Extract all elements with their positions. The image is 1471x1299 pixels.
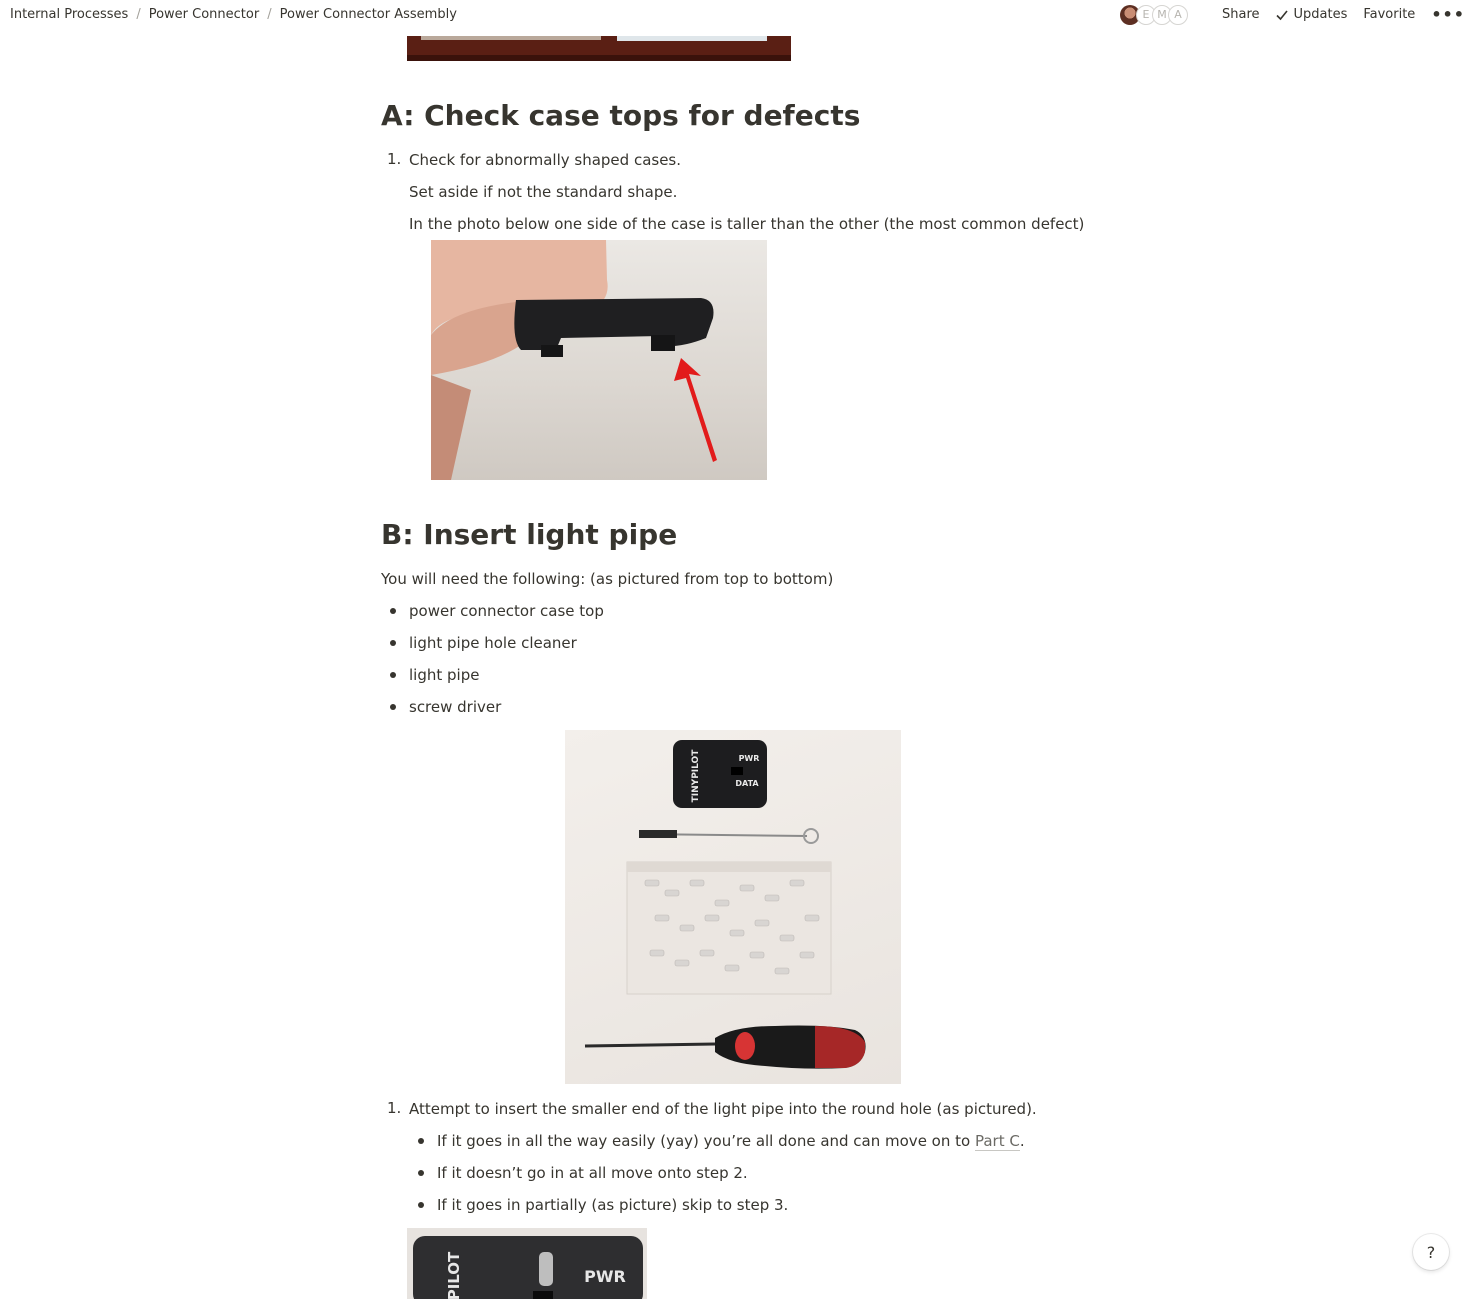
- sub-step-suffix: .: [1019, 1132, 1025, 1150]
- photo-data-text: DATA: [735, 779, 759, 788]
- list-item: light pipe hole cleaner: [409, 634, 577, 652]
- breadcrumb-power-connector-assembly[interactable]: Power Connector Assembly: [280, 7, 457, 22]
- more-options-icon[interactable]: •••: [1431, 5, 1465, 24]
- section-b-heading: B: Insert light pipe: [381, 518, 678, 551]
- step-text: In the photo below one side of the case …: [409, 215, 1085, 233]
- framed-photo-image: [407, 36, 791, 61]
- breadcrumb-separator: /: [267, 7, 272, 22]
- sub-step-prefix: If it goes in all the way easily (yay) y…: [437, 1132, 975, 1150]
- breadcrumb-power-connector[interactable]: Power Connector: [149, 7, 260, 22]
- list-number: 1.: [387, 1099, 402, 1117]
- favorite-button[interactable]: Favorite: [1363, 7, 1415, 22]
- photo-brand-partial: PILOT: [445, 1251, 463, 1299]
- photo-pwr-text: PWR: [584, 1267, 626, 1286]
- supplies-photo: TINYPILOT PWR DATA: [565, 730, 901, 1084]
- photo-brand-text: TINYPILOT: [691, 749, 701, 803]
- bullet: [418, 1170, 424, 1176]
- share-button[interactable]: Share: [1222, 7, 1260, 22]
- bullet: [390, 704, 396, 710]
- bullet: [390, 640, 396, 646]
- bullet: [418, 1138, 424, 1144]
- sub-step-text: If it goes in all the way easily (yay) y…: [437, 1131, 1025, 1151]
- list-item: light pipe: [409, 666, 480, 684]
- breadcrumb-separator: /: [136, 7, 141, 22]
- updates-label: Updates: [1293, 7, 1348, 22]
- help-icon: ?: [1426, 1242, 1436, 1262]
- photo-pwr-text: PWR: [739, 754, 760, 763]
- part-c-link[interactable]: Part C: [974, 1132, 1020, 1151]
- sub-step-text: If it goes in partially (as picture) ski…: [437, 1196, 789, 1214]
- breadcrumb: Internal Processes / Power Connector / P…: [0, 7, 457, 22]
- step-text: Set aside if not the standard shape.: [409, 183, 678, 201]
- section-a-heading: A: Check case tops for defects: [381, 99, 861, 132]
- updates-button[interactable]: Updates: [1275, 7, 1348, 22]
- list-number: 1.: [387, 150, 402, 168]
- list-item: screw driver: [409, 698, 502, 716]
- step-text: Attempt to insert the smaller end of the…: [409, 1100, 1037, 1118]
- intro-text: You will need the following: (as picture…: [381, 570, 834, 588]
- supplies-photo-image: TINYPILOT PWR DATA: [584, 740, 866, 1069]
- light-pipe-photo: PILOT PWR: [407, 1228, 647, 1299]
- avatar-a[interactable]: A: [1167, 4, 1188, 25]
- case-defect-photo: [431, 240, 767, 480]
- light-pipe-photo-image: PILOT PWR: [413, 1236, 643, 1299]
- help-button[interactable]: ?: [1413, 1234, 1449, 1270]
- bullet: [390, 672, 396, 678]
- sub-step-text: If it doesn’t go in at all move onto ste…: [437, 1164, 748, 1182]
- check-icon: [1275, 9, 1288, 20]
- list-item: power connector case top: [409, 602, 604, 620]
- bullet: [418, 1202, 424, 1208]
- bullet: [390, 608, 396, 614]
- collaborator-avatars[interactable]: E M A: [1119, 4, 1188, 25]
- step-text: Check for abnormally shaped cases.: [409, 151, 682, 169]
- breadcrumb-internal-processes[interactable]: Internal Processes: [10, 7, 128, 22]
- top-bar: Internal Processes / Power Connector / P…: [0, 0, 1471, 29]
- case-defect-photo-image: [431, 240, 717, 480]
